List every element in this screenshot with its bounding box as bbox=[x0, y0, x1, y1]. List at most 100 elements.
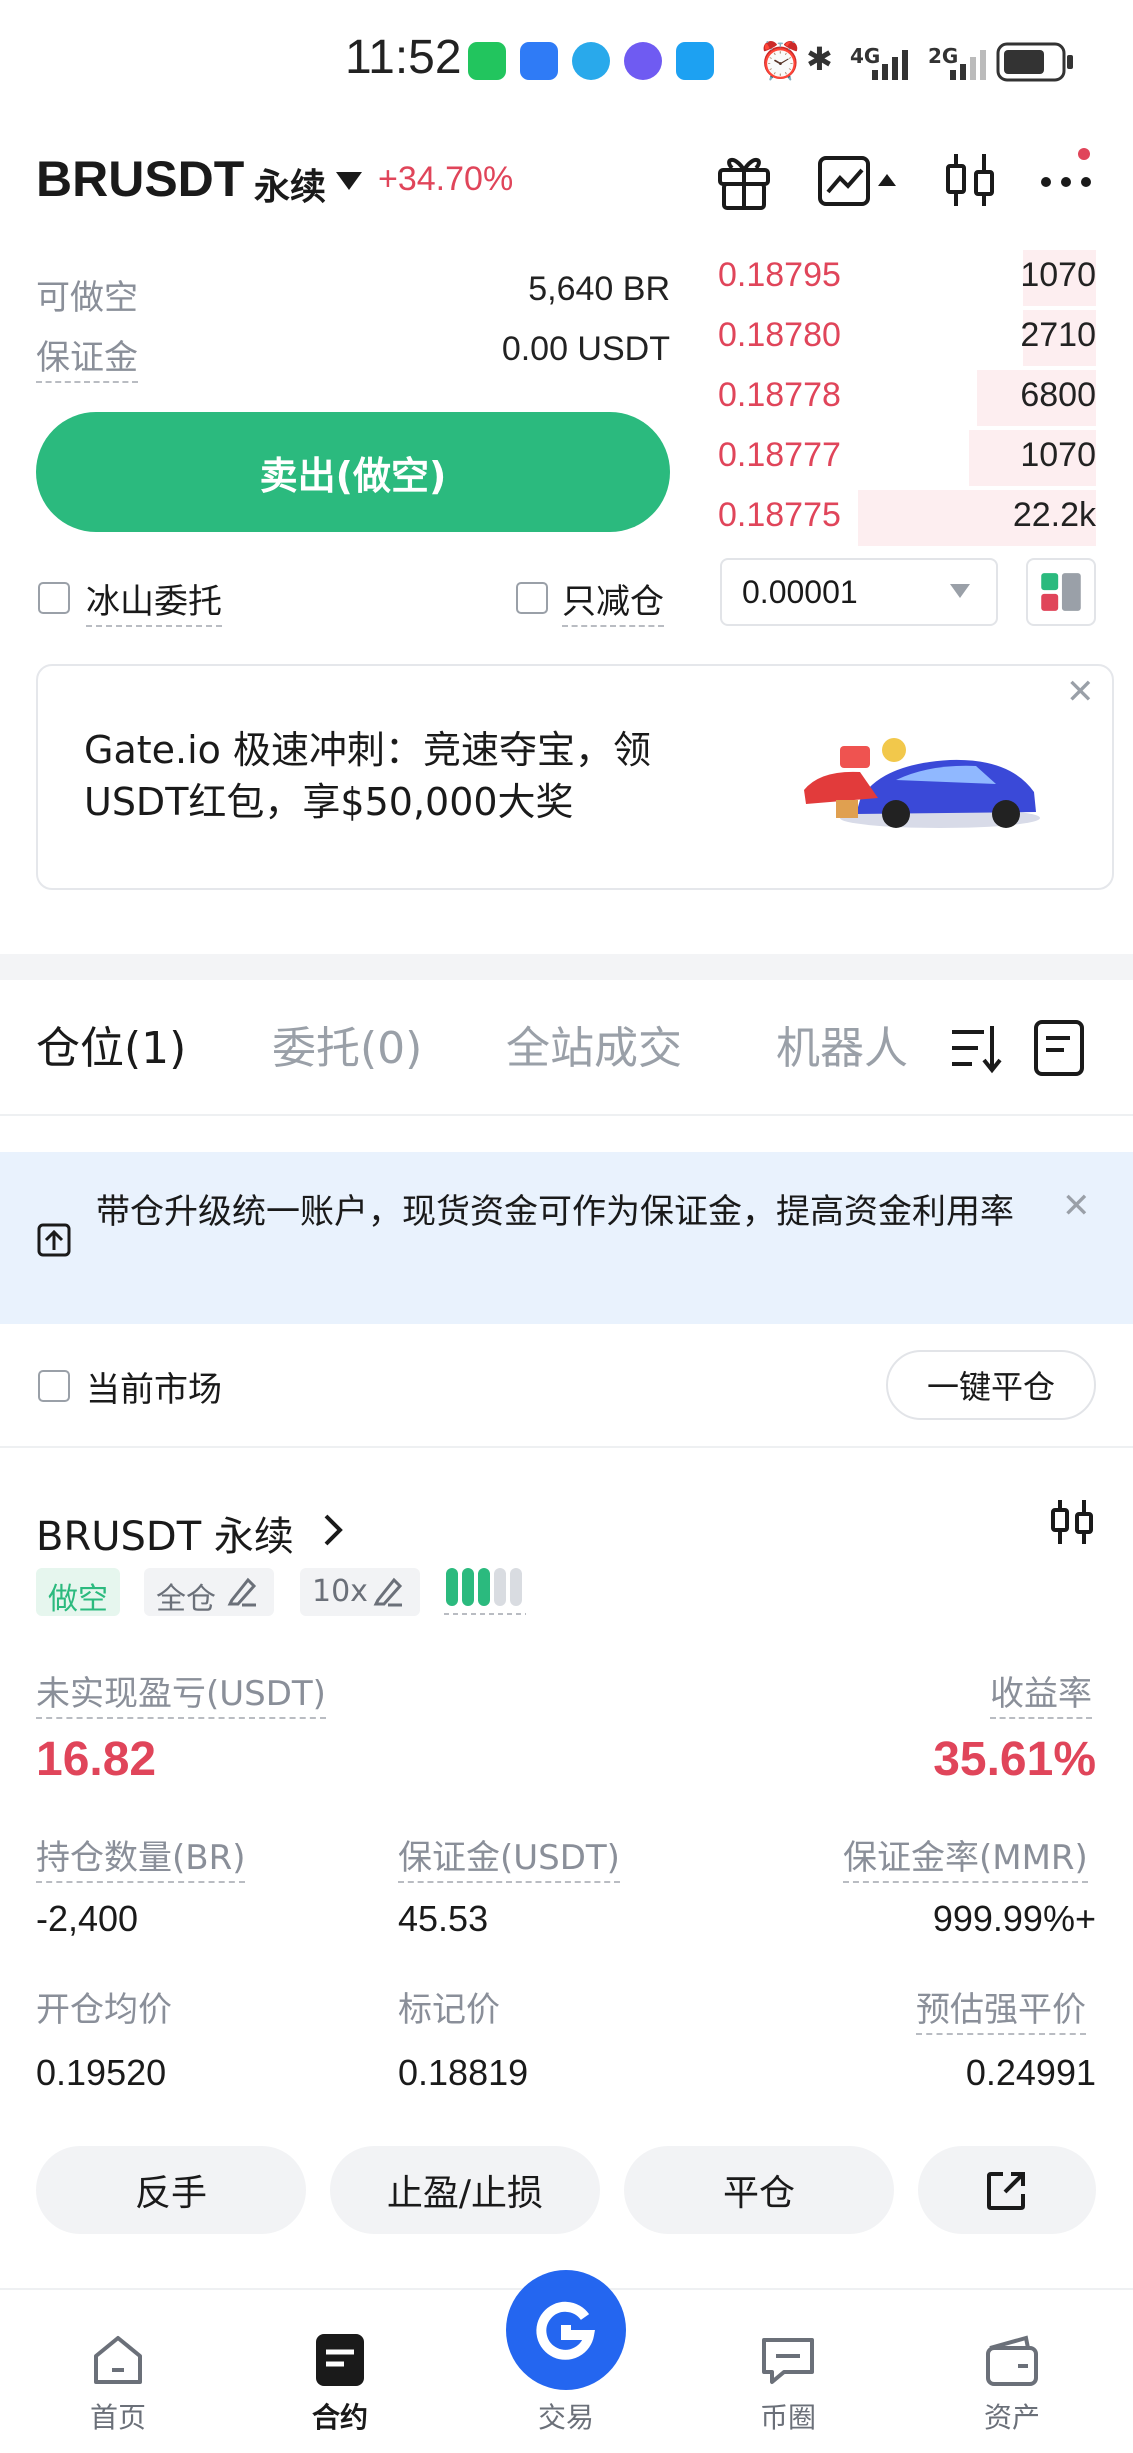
mmr-label[interactable]: 保证金率(MMR) bbox=[843, 1830, 1088, 1883]
notice-text[interactable]: 带仓升级统一账户，现货资金可作为保证金，提高资金利用率 bbox=[96, 1186, 1016, 1238]
order-history-icon[interactable] bbox=[1032, 1018, 1088, 1078]
current-market-checkbox[interactable] bbox=[38, 1370, 70, 1402]
contract-type[interactable]: 永续 bbox=[254, 158, 326, 210]
douyu-icon bbox=[520, 42, 558, 80]
position-chart-icon[interactable] bbox=[1048, 1496, 1096, 1548]
orderbook-ask-qty: 2710 bbox=[1020, 316, 1096, 354]
orderbook-ask-row[interactable]: 0.18795 1070 bbox=[712, 246, 1096, 306]
share-button[interactable] bbox=[918, 2146, 1096, 2234]
orderbook-ask-row[interactable]: 0.18777 1070 bbox=[712, 426, 1096, 486]
margin-mode-edit-icon[interactable] bbox=[226, 1574, 260, 1608]
notice-close-icon[interactable]: ✕ bbox=[1062, 1186, 1091, 1226]
reduce-only-label[interactable]: 只减仓 bbox=[562, 574, 664, 627]
unrealized-pnl-value: 16.82 bbox=[36, 1733, 157, 1786]
orderbook-ask-row[interactable]: 0.18780 2710 bbox=[712, 306, 1096, 366]
tab-positions[interactable]: 仓位(1) bbox=[36, 1012, 186, 1076]
tick-size-value: 0.00001 bbox=[742, 574, 858, 610]
mmr-value: 999.99%+ bbox=[932, 1898, 1096, 1939]
margin-label[interactable]: 保证金 bbox=[36, 330, 138, 383]
orderbook-ask-row[interactable]: 0.18775 22.2k bbox=[712, 486, 1096, 546]
depth-layout-icon[interactable] bbox=[1026, 558, 1096, 626]
symbol-title[interactable]: BRUSDT bbox=[36, 150, 244, 208]
filter-divider bbox=[0, 1446, 1133, 1448]
iceberg-checkbox[interactable] bbox=[38, 582, 70, 614]
entry-price-value: 0.19520 bbox=[36, 2052, 167, 2093]
margin-usdt-value: 45.53 bbox=[398, 1898, 489, 1939]
signal-2g-icon bbox=[950, 50, 986, 80]
trade-logo-icon bbox=[536, 2301, 595, 2360]
iceberg-label[interactable]: 冰山委托 bbox=[86, 574, 222, 627]
orderbook-ask-qty: 22.2k bbox=[1012, 496, 1096, 534]
upgrade-icon bbox=[37, 1223, 71, 1257]
liq-price-label[interactable]: 预估强平价 bbox=[916, 1982, 1086, 2035]
assets-icon[interactable] bbox=[982, 2330, 1042, 2390]
sports-car-image bbox=[804, 738, 1040, 828]
leverage-label: 10x bbox=[312, 1574, 368, 1609]
chart-dropdown-icon[interactable] bbox=[816, 148, 906, 212]
margin-mode-label: 全仓 bbox=[156, 1582, 216, 1617]
nav-futures[interactable]: 合约 bbox=[260, 2396, 420, 2436]
symbol-dropdown-icon[interactable] bbox=[334, 168, 364, 192]
tick-dropdown-icon[interactable] bbox=[948, 582, 972, 602]
nav-home[interactable]: 首页 bbox=[38, 2396, 198, 2436]
status-time: 11:52 bbox=[345, 31, 462, 84]
wechat-icon bbox=[468, 42, 506, 80]
orderbook-ask-price: 0.18780 bbox=[718, 316, 841, 354]
candlestick-icon[interactable] bbox=[940, 148, 1000, 212]
banner-close-icon[interactable]: ✕ bbox=[1066, 672, 1095, 712]
roe-value: 35.61% bbox=[933, 1733, 1096, 1786]
orderbook-ask-row[interactable]: 0.18778 6800 bbox=[712, 366, 1096, 426]
music-icon bbox=[624, 42, 662, 80]
leverage-edit-icon[interactable] bbox=[372, 1574, 406, 1608]
orderbook-ask-qty: 1070 bbox=[1020, 436, 1096, 474]
shortable-label: 可做空 bbox=[36, 278, 138, 318]
size-label[interactable]: 持仓数量(BR) bbox=[36, 1830, 246, 1883]
search-app-icon bbox=[676, 42, 714, 80]
gift-icon[interactable] bbox=[714, 148, 774, 212]
size-value: -2,400 bbox=[36, 1898, 139, 1939]
reduce-only-checkbox[interactable] bbox=[516, 582, 548, 614]
reverse-button[interactable]: 反手 bbox=[36, 2146, 306, 2234]
more-icon[interactable] bbox=[1036, 148, 1096, 212]
side-tag: 做空 bbox=[36, 1568, 120, 1617]
close-all-button[interactable]: 一键平仓 bbox=[886, 1350, 1096, 1420]
orderbook-ask-price: 0.18775 bbox=[718, 496, 841, 534]
nav-community[interactable]: 币圈 bbox=[708, 2396, 868, 2436]
current-market-label[interactable]: 当前市场 bbox=[86, 1362, 222, 1411]
tab-orders[interactable]: 委托(0) bbox=[272, 1012, 422, 1076]
futures-icon[interactable] bbox=[310, 2330, 370, 2390]
nav-trade[interactable]: 交易 bbox=[486, 2396, 646, 2436]
margin-value: 0.00 USDT bbox=[501, 330, 670, 368]
price-change: +34.70% bbox=[378, 160, 514, 198]
community-icon[interactable] bbox=[758, 2330, 818, 2390]
sell-short-button[interactable]: 卖出(做空) bbox=[36, 412, 670, 532]
chevron-right-icon[interactable] bbox=[318, 1510, 348, 1550]
risk-level-icon[interactable] bbox=[444, 1564, 530, 1616]
trade-button[interactable] bbox=[506, 2270, 626, 2390]
battery-icon bbox=[996, 42, 1073, 82]
tp-sl-button[interactable]: 止盈/止损 bbox=[330, 2146, 600, 2234]
orderbook-ask-price: 0.18778 bbox=[718, 376, 841, 414]
orderbook-ask-qty: 6800 bbox=[1020, 376, 1096, 414]
promo-text[interactable]: Gate.io 极速冲刺：竞速夺宝，领USDT红包，享$50,000大奖 bbox=[84, 724, 724, 828]
orderbook-ask-qty: 1070 bbox=[1020, 256, 1096, 294]
orderbook-ask-price: 0.18777 bbox=[718, 436, 841, 474]
roe-label[interactable]: 收益率 bbox=[990, 1666, 1092, 1719]
close-position-button[interactable]: 平仓 bbox=[624, 2146, 894, 2234]
tab-all-trades[interactable]: 全站成交 bbox=[506, 1012, 682, 1076]
mark-price-value: 0.18819 bbox=[398, 2052, 529, 2093]
margin-usdt-label[interactable]: 保证金(USDT) bbox=[398, 1830, 620, 1883]
tab-bots[interactable]: 机器人 bbox=[776, 1012, 912, 1076]
upgrade-notice bbox=[0, 1152, 1133, 1324]
alarm-icon: ⏰ bbox=[758, 41, 803, 82]
nav-assets[interactable]: 资产 bbox=[932, 2396, 1092, 2436]
bluetooth-icon: ✱ bbox=[806, 40, 833, 78]
home-icon[interactable] bbox=[88, 2330, 148, 2390]
position-title[interactable]: BRUSDT 永续 bbox=[36, 1504, 294, 1562]
unrealized-pnl-label[interactable]: 未实现盈亏(USDT) bbox=[36, 1666, 326, 1719]
mark-price-label: 标记价 bbox=[398, 1990, 500, 2030]
shortable-value: 5,640 BR bbox=[528, 270, 670, 308]
sort-icon[interactable] bbox=[948, 1020, 1004, 1076]
liq-price-value: 0.24991 bbox=[965, 2052, 1096, 2093]
share-icon bbox=[987, 2172, 1025, 2210]
